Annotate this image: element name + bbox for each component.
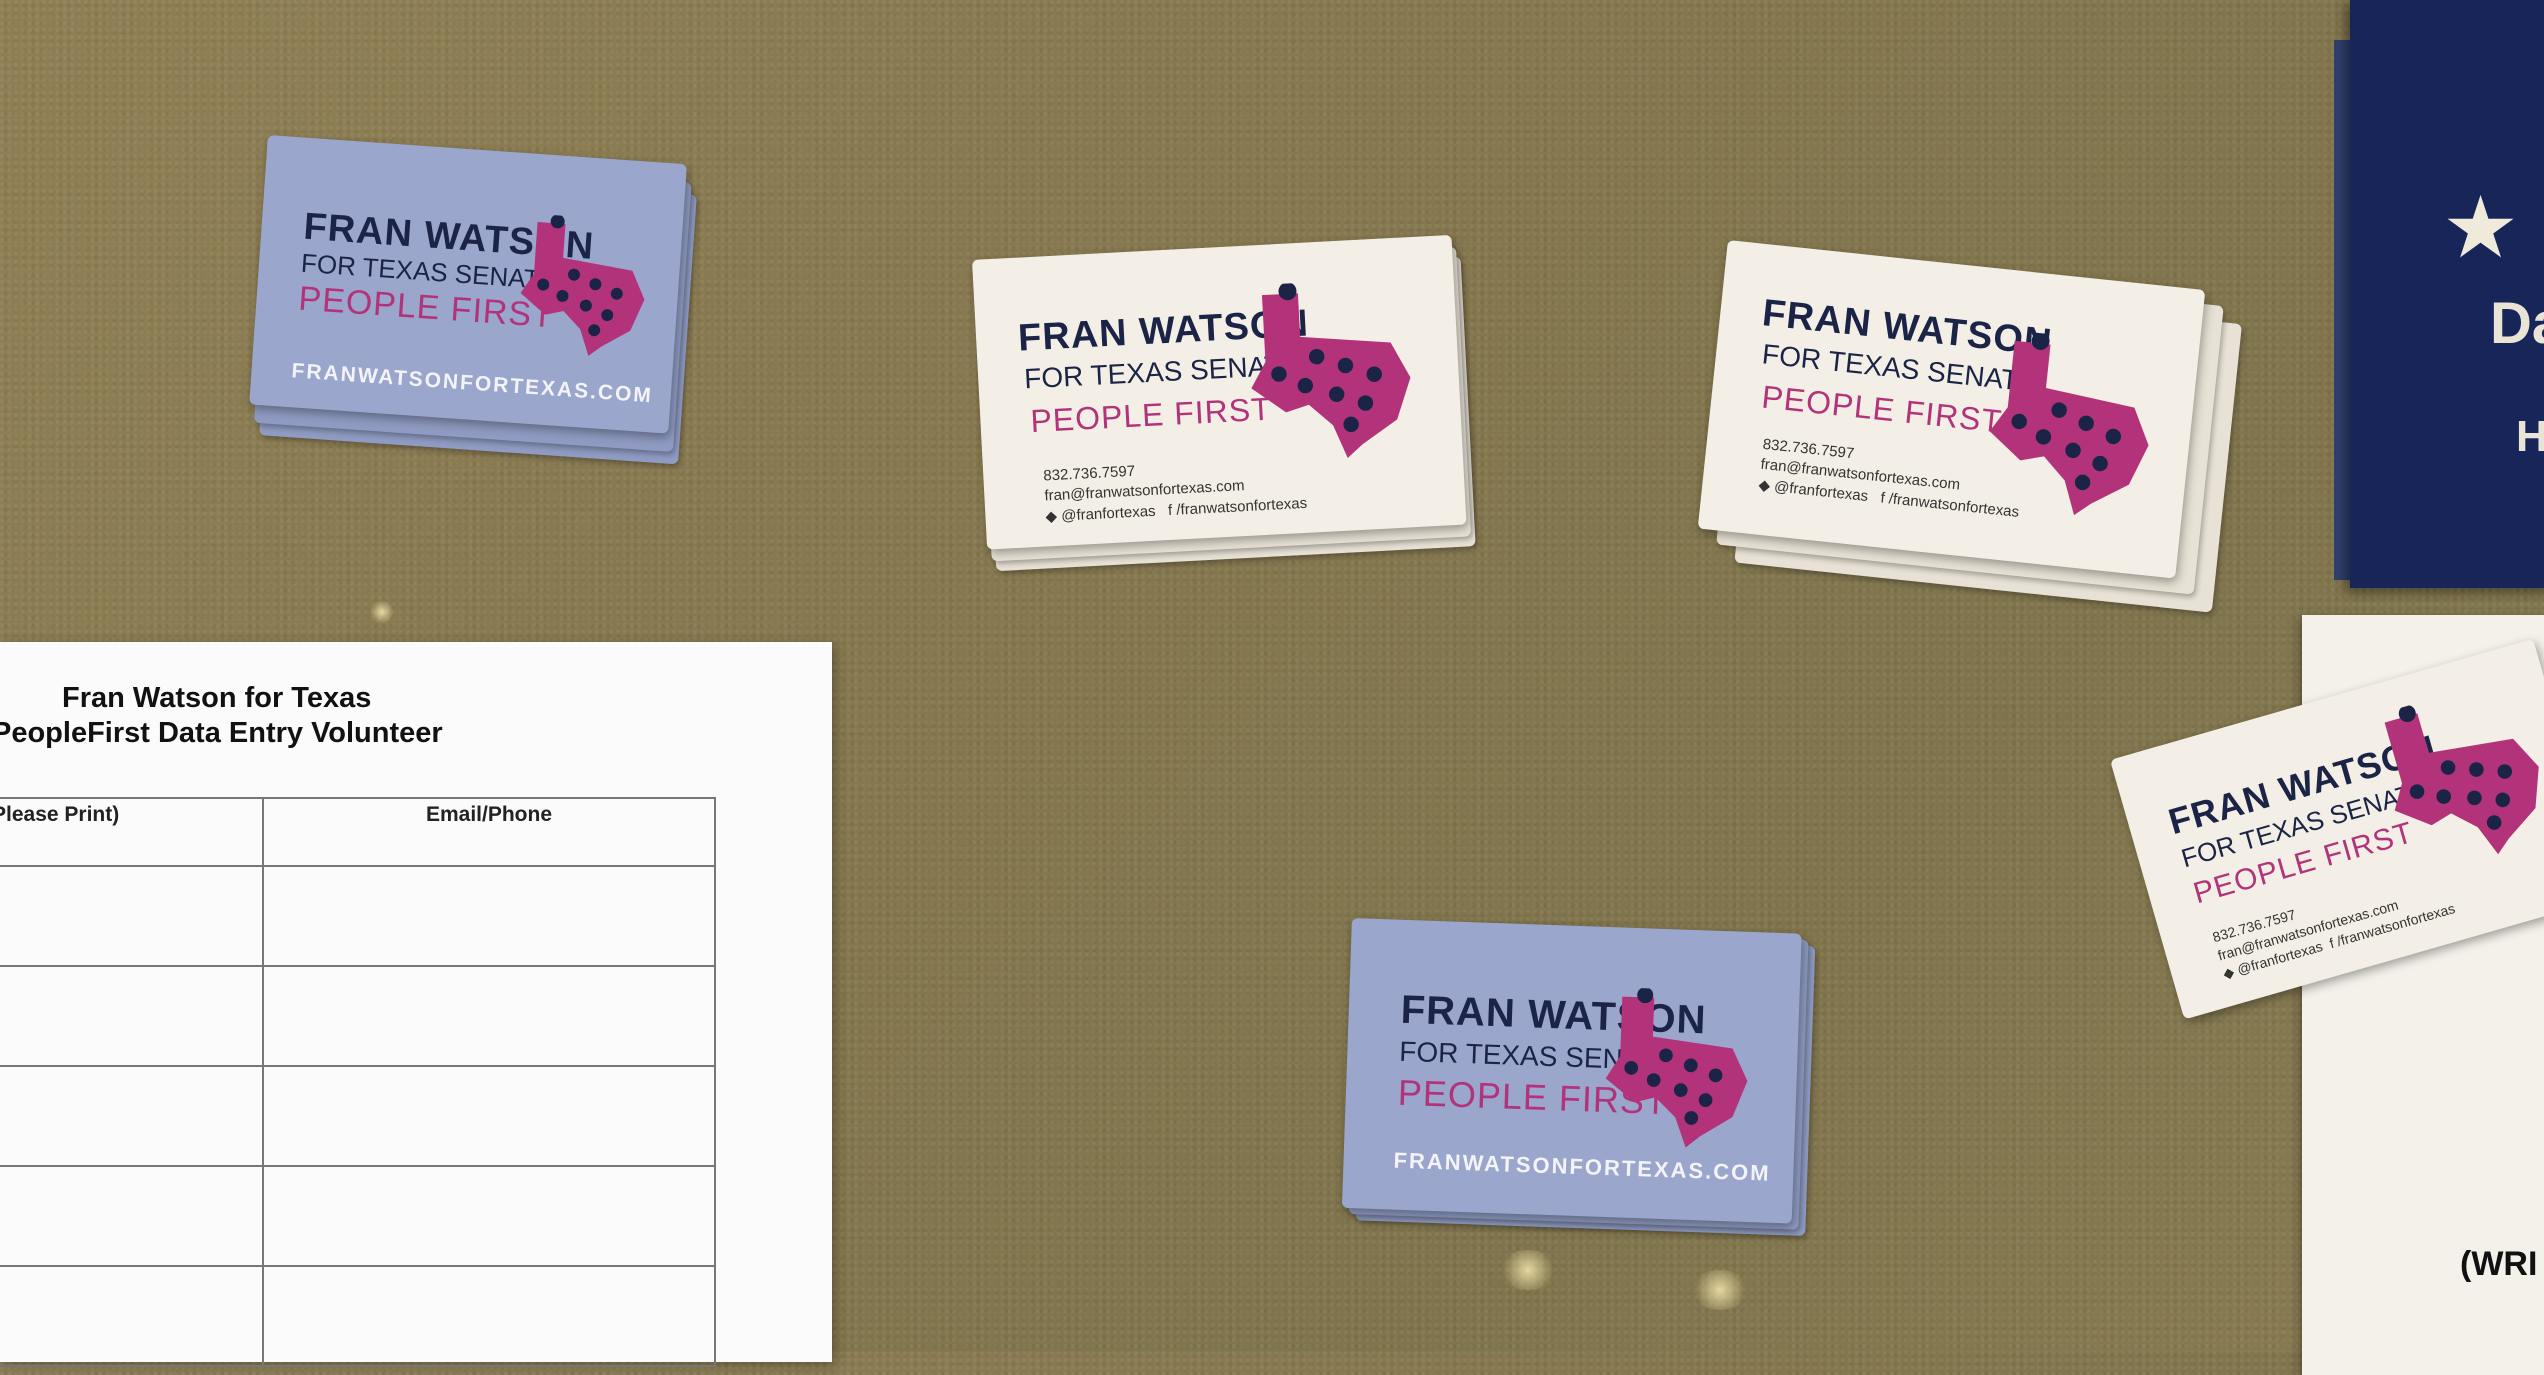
light-glare <box>1498 1250 1558 1290</box>
card-website: FRANWATSONFORTEXAS.COM <box>1393 1147 1772 1186</box>
signup-table: Please Print) Email/Phone <box>0 797 716 1367</box>
poster-partial-text-2: H <box>2516 412 2544 461</box>
card-contact-info: 832.736.7597 fran@franwatsonfortexas.com… <box>1043 453 1308 527</box>
sheet-title-line1: Fran Watson for Texas <box>62 682 372 714</box>
facebook-icon: f <box>2327 934 2336 952</box>
business-card-white: FRAN WATSON FOR TEXAS SENATE PEOPLE FIRS… <box>972 234 1467 550</box>
table-header-row: Please Print) Email/Phone <box>0 797 716 867</box>
name-cell[interactable] <box>0 865 264 967</box>
twitter-icon: ◆ <box>2221 963 2236 982</box>
table-row <box>0 965 716 1067</box>
email-phone-cell[interactable] <box>262 1265 716 1367</box>
name-cell[interactable] <box>0 965 264 1067</box>
card-twitter: @franfortexas <box>1060 502 1156 525</box>
email-phone-cell[interactable] <box>262 1165 716 1267</box>
table-row <box>0 1165 716 1267</box>
name-cell[interactable] <box>0 1165 264 1267</box>
card-website: FRANWATSONFORTEXAS.COM <box>290 359 654 408</box>
table-row <box>0 1265 716 1367</box>
texas-people-map-icon <box>1251 282 1411 459</box>
table-surface: FRAN WATSON FOR TEXAS SENATE PEOPLE FIRS… <box>0 0 2544 1375</box>
name-cell[interactable] <box>0 1065 264 1167</box>
facebook-icon: f <box>1879 488 1886 507</box>
twitter-icon: ◆ <box>1757 476 1771 495</box>
card-slogan: PEOPLE FIRST <box>1029 390 1273 440</box>
facebook-icon: f <box>1167 501 1173 519</box>
sheet-title-line2: PeopleFirst Data Entry Volunteer <box>0 717 443 749</box>
flyer-partial-text: (WRI <box>2460 1245 2538 1283</box>
twitter-icon: ◆ <box>1045 507 1058 525</box>
business-card-lavender: FRAN WATSON FOR TEXAS SENATE PEOPLE FIRS… <box>1341 918 1802 1224</box>
email-phone-cell[interactable] <box>262 1065 716 1167</box>
star-icon: ★ <box>2442 180 2520 276</box>
business-card-white: FRAN WATSON FOR TEXAS SENATE PEOPLE FIRS… <box>1697 240 2206 579</box>
light-glare <box>1690 1270 1750 1310</box>
column-header-email-phone: Email/Phone <box>262 797 716 867</box>
table-row <box>0 865 716 967</box>
email-phone-cell[interactable] <box>262 865 716 967</box>
light-glare <box>370 600 394 624</box>
poster-partial-text: Da <box>2490 291 2544 356</box>
texas-people-map-icon <box>1605 987 1748 1148</box>
name-cell[interactable] <box>0 1265 264 1367</box>
table-row <box>0 1065 716 1167</box>
business-card-lavender: FRAN WATSON FOR TEXAS SENATE PEOPLE FIRS… <box>249 135 687 434</box>
campaign-poster: ★ Da H <box>2350 0 2544 588</box>
email-phone-cell[interactable] <box>262 965 716 1067</box>
volunteer-signup-sheet: Fran Watson for Texas PeopleFirst Data E… <box>0 642 832 1367</box>
texas-people-map-icon <box>520 214 645 356</box>
column-header-name: Please Print) <box>0 797 264 867</box>
